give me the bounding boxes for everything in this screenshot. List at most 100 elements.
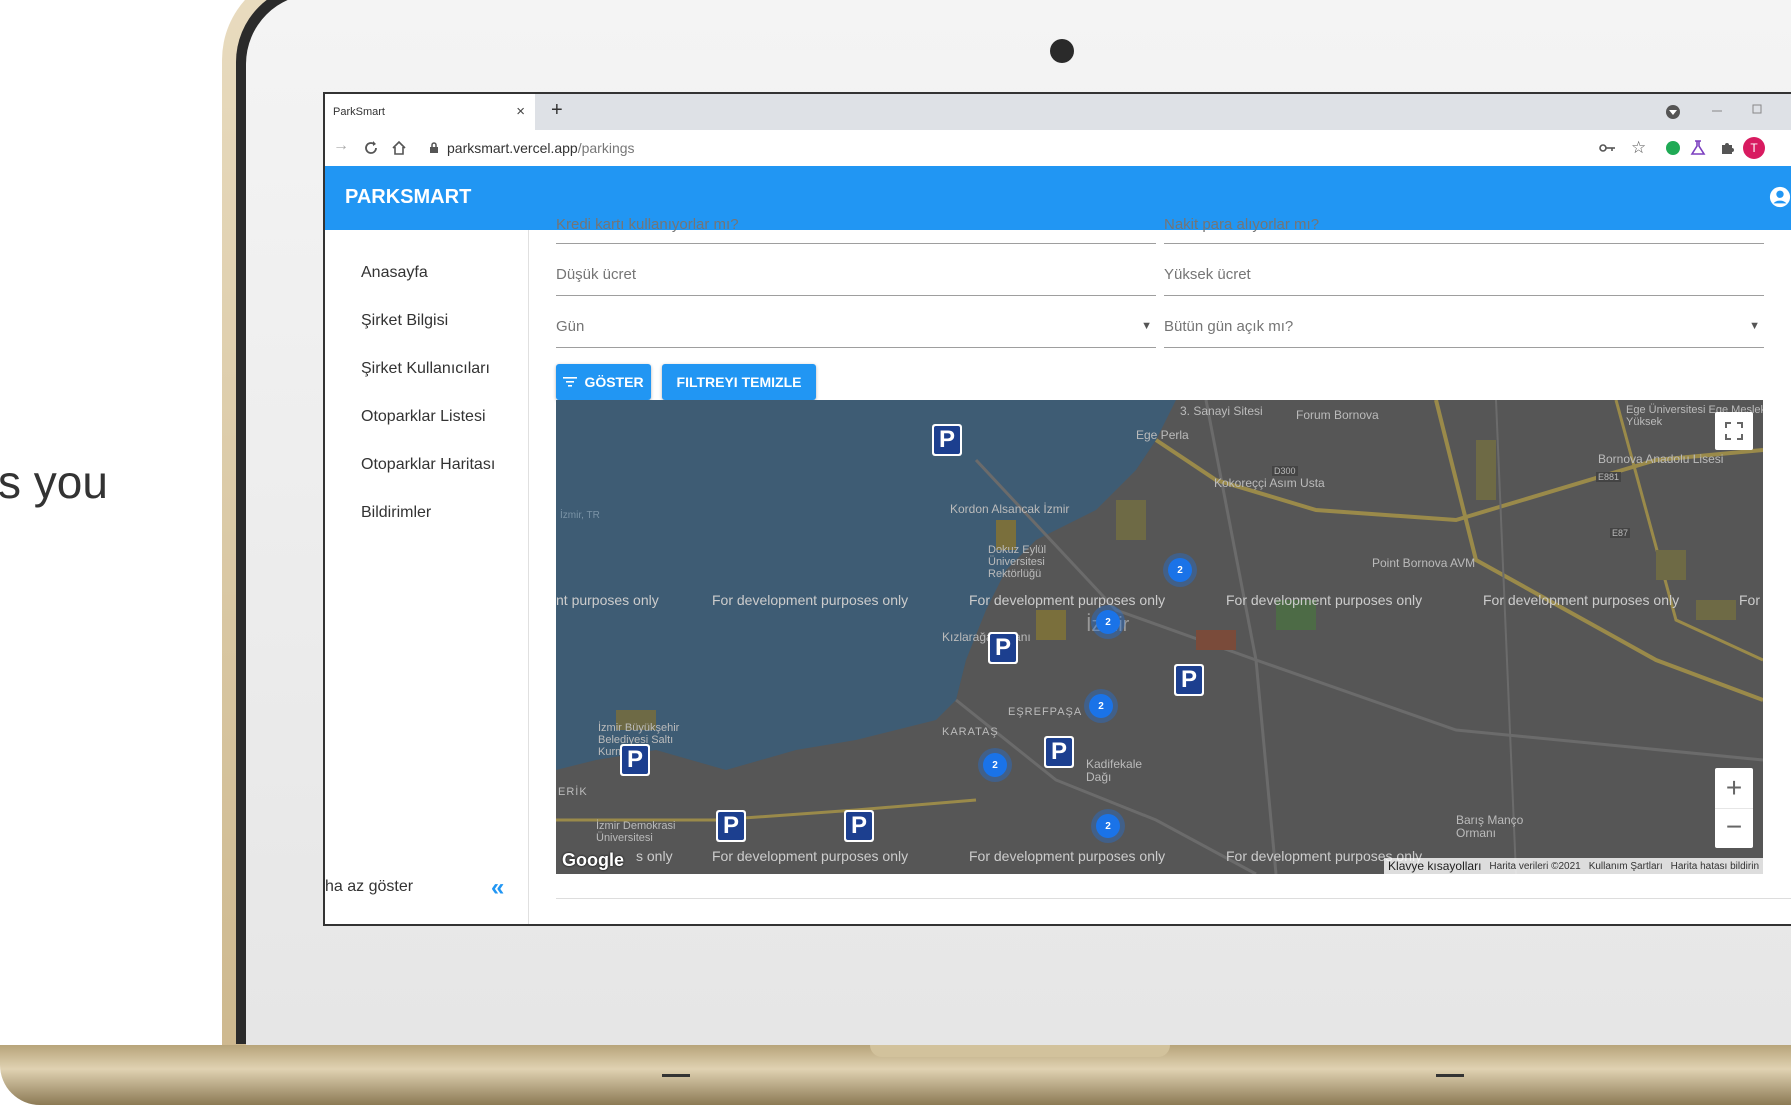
report-error-link[interactable]: Harita hatası bildirin: [1671, 861, 1759, 872]
map-place-label: 3. Sanayi Sitesi: [1180, 404, 1263, 418]
day-select[interactable]: Gün ▼: [556, 318, 1156, 348]
laptop-foot: [662, 1074, 690, 1077]
map-place-label: Kokoreççi Asım Usta: [1214, 476, 1325, 490]
map-attribution: Klavye kısayolları Harita verileri ©2021…: [1384, 858, 1763, 874]
parking-marker-icon[interactable]: P: [716, 810, 746, 842]
profile-avatar[interactable]: T: [1743, 137, 1765, 159]
sidebar-item-otoparklar-haritasi[interactable]: Otoparklar Haritası: [361, 456, 495, 474]
browser-tab[interactable]: ParkSmart ×: [325, 94, 535, 130]
home-icon[interactable]: [391, 140, 407, 156]
map-place-label: Ege Perla: [1136, 428, 1189, 442]
extension-flask-icon[interactable]: [1689, 139, 1707, 157]
parking-marker-icon[interactable]: P: [1174, 664, 1204, 696]
cluster-marker[interactable]: 2: [1089, 694, 1113, 718]
tab-close-icon[interactable]: ×: [516, 103, 525, 120]
map-place-label: Kordon Alsancak İzmir: [950, 502, 1070, 516]
map-place-label: ERİK: [558, 786, 588, 798]
sidebar-item-sirket-kullanicilari[interactable]: Şirket Kullanıcıları: [361, 360, 490, 378]
map-watermark: For development purposes only: [712, 592, 909, 608]
divider: [556, 898, 1791, 899]
keyboard-shortcuts-link[interactable]: Klavye kısayolları: [1388, 859, 1481, 873]
map-place-label: Kadifekale Dağı: [1086, 757, 1143, 784]
url-text[interactable]: parksmart.vercel.app/parkings: [447, 140, 635, 156]
parkings-content: Kredi kartı kullanıyorlar mı? Nakit para…: [556, 216, 1791, 924]
map-road-shield: E87: [1610, 528, 1631, 538]
map-data-text: Harita verileri ©2021: [1489, 860, 1581, 872]
url-host: parksmart.vercel.app: [447, 140, 578, 156]
cluster-marker[interactable]: 2: [1096, 814, 1120, 838]
map-place-label: KARATAŞ: [942, 726, 999, 738]
fullscreen-button[interactable]: [1715, 412, 1753, 450]
laptop-foot: [1436, 1074, 1464, 1077]
map-road-shield: D300: [1272, 466, 1298, 476]
map-road-shield: E881: [1596, 472, 1622, 482]
new-tab-icon[interactable]: +: [551, 99, 563, 122]
restore-icon[interactable]: [1750, 102, 1764, 116]
show-filter-button[interactable]: GÖSTER: [556, 364, 651, 400]
key-icon[interactable]: [1599, 143, 1617, 153]
google-logo[interactable]: Google: [562, 850, 624, 871]
cluster-marker[interactable]: 2: [1168, 558, 1192, 582]
clear-filter-button[interactable]: FILTREYI TEMIZLE: [662, 364, 816, 400]
minimize-icon[interactable]: [1710, 104, 1724, 118]
map-place-label: İzmir Demokrasi Üniversitesi: [596, 820, 676, 844]
reload-icon[interactable]: [363, 140, 379, 156]
webcam: [1050, 39, 1074, 63]
zoom-out-button[interactable]: −: [1715, 808, 1753, 849]
parking-marker-icon[interactable]: P: [620, 744, 650, 776]
map-base: [556, 400, 1763, 874]
lock-icon: [430, 142, 438, 153]
tab-title: ParkSmart: [333, 106, 385, 118]
account-circle-icon[interactable]: [1665, 104, 1681, 120]
extension-green-icon[interactable]: [1665, 140, 1681, 156]
fullscreen-icon: [1725, 422, 1743, 440]
parking-marker-icon[interactable]: P: [1044, 736, 1074, 768]
app-title[interactable]: PARKSMART: [345, 186, 471, 209]
browser-window: ParkSmart × + → parksmart.vercel.app/par…: [323, 92, 1791, 926]
map-place-label: Dokuz Eylül Üniversitesi Rektörlüğü: [988, 544, 1047, 580]
sidebar-collapse-label[interactable]: ha az göster: [325, 878, 413, 896]
account-icon[interactable]: [1769, 186, 1791, 208]
all-day-select[interactable]: Bütün gün açık mı? ▼: [1164, 318, 1764, 348]
extensions-puzzle-icon[interactable]: [1719, 140, 1735, 156]
map-place-label: Forum Bornova: [1296, 408, 1379, 422]
bookmark-star-icon[interactable]: ☆: [1631, 138, 1646, 158]
address-bar: → parksmart.vercel.app/parkings ☆ T: [325, 130, 1791, 166]
forward-icon[interactable]: →: [333, 137, 349, 155]
sidebar: Anasayfa Şirket Bilgisi Şirket Kullanıcı…: [325, 230, 529, 924]
parking-marker-icon[interactable]: P: [932, 424, 962, 456]
filter-list-icon: [563, 377, 578, 387]
sidebar-item-sirket-bilgisi[interactable]: Şirket Bilgisi: [361, 312, 448, 330]
cash-select[interactable]: Nakit para alıyorlar mı?: [1164, 214, 1764, 244]
parking-marker-icon[interactable]: P: [844, 810, 874, 842]
map-watermark: s only: [636, 848, 673, 864]
sidebar-item-anasayfa[interactable]: Anasayfa: [361, 264, 428, 282]
map-watermark: For development purposes only: [969, 592, 1166, 608]
map-place-label: EŞREFPAŞA: [1008, 706, 1083, 718]
chevron-double-left-icon[interactable]: «: [491, 874, 504, 902]
map-watermark: For development purposes only: [712, 848, 909, 864]
map-watermark: nt purposes only: [556, 592, 659, 608]
laptop-base-notch: [870, 1045, 1170, 1057]
dropdown-arrow-icon: ▼: [1141, 320, 1152, 332]
dropdown-arrow-icon: ▼: [1749, 320, 1760, 332]
sidebar-item-otoparklar-listesi[interactable]: Otoparklar Listesi: [361, 408, 486, 426]
parking-marker-icon[interactable]: P: [988, 632, 1018, 664]
map-watermark: For development purposes only: [969, 848, 1166, 864]
cluster-marker[interactable]: 2: [983, 753, 1007, 777]
map-place-label: Bornova Anadolu Lisesi: [1598, 452, 1724, 466]
background-tagline-fragment: s you: [0, 456, 108, 508]
map-watermark: For: [1739, 592, 1760, 608]
map-place-label: İzmir, TR: [560, 510, 600, 521]
parking-map[interactable]: 3. Sanayi Sitesi Forum Bornova Ege Ünive…: [556, 400, 1763, 874]
credit-card-select[interactable]: Kredi kartı kullanıyorlar mı?: [556, 214, 1156, 244]
terms-link[interactable]: Kullanım Şartları: [1589, 861, 1663, 872]
low-price-input[interactable]: Düşük ücret: [556, 266, 1156, 296]
sidebar-item-bildirimler[interactable]: Bildirimler: [361, 504, 431, 522]
map-place-label: Barış Manço Ormanı: [1456, 813, 1524, 840]
map-place-label: Point Bornova AVM: [1372, 556, 1476, 570]
cluster-marker[interactable]: 2: [1096, 610, 1120, 634]
high-price-input[interactable]: Yüksek ücret: [1164, 266, 1764, 296]
zoom-in-button[interactable]: +: [1715, 768, 1753, 808]
url-path: /parkings: [577, 140, 635, 156]
